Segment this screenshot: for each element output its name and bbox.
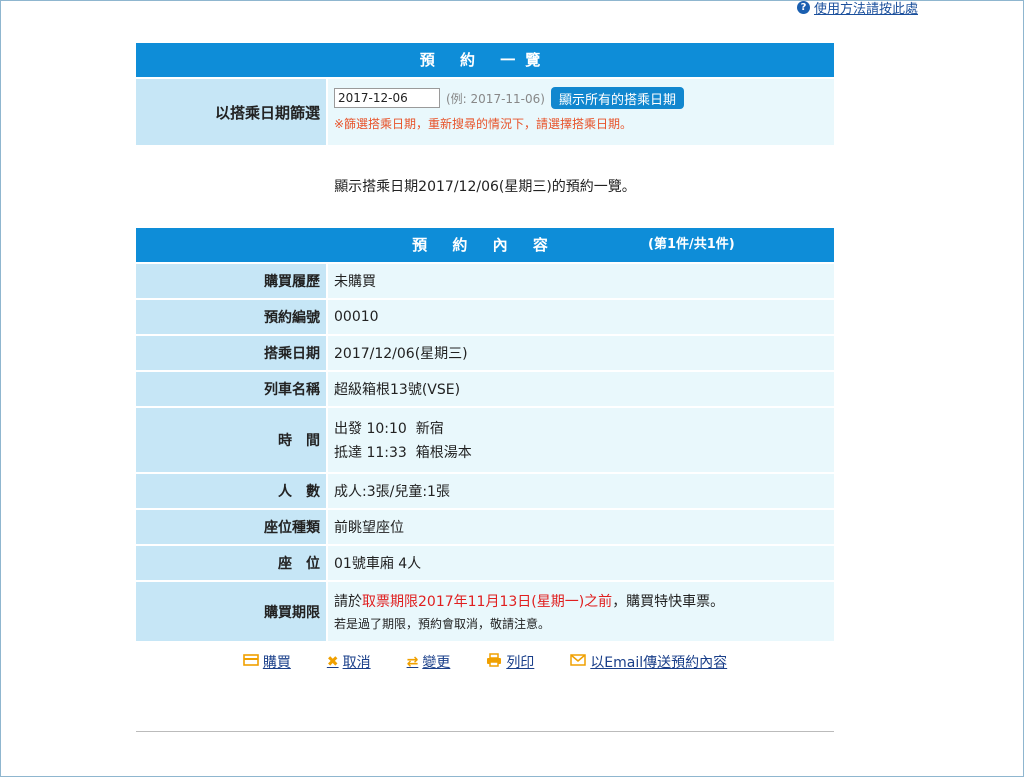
envelope-icon	[570, 654, 587, 670]
filter-body: (例: 2017-11-06) 顯示所有的搭乘日期 ※篩選搭乘日期，重新搜尋的情…	[328, 79, 834, 145]
filter-label: 以搭乘日期篩選	[136, 79, 326, 145]
bottom-divider	[136, 731, 834, 732]
change-link[interactable]: ⇄ 變更	[407, 652, 451, 672]
list-header: 預 約 一覽	[136, 43, 834, 77]
date-filter-input[interactable]	[334, 88, 440, 108]
deadline-text: 請於取票期限2017年11月13日(星期一)之前，購買特快車票。	[334, 594, 725, 610]
purchase-link[interactable]: 購買	[243, 652, 291, 672]
detail-header: 預 約 內 容 (第1件/共1件)	[136, 228, 834, 262]
passenger-count: 成人:3張/兒童:1張	[328, 474, 834, 508]
row-history: 購買履歷 未購買	[136, 264, 834, 298]
row-people: 人數 成人:3張/兒童:1張	[136, 474, 834, 508]
filter-row: 以搭乘日期篩選 (例: 2017-11-06) 顯示所有的搭乘日期 ※篩選搭乘日…	[136, 79, 834, 145]
date-example: (例: 2017-11-06)	[446, 91, 545, 106]
help-link-area[interactable]: ? 使用方法請按此處	[796, 0, 918, 17]
printer-icon	[486, 653, 502, 671]
arrival-info: 抵達 11:33 箱根湯本	[334, 445, 472, 461]
reservation-detail-panel: 預 約 內 容 (第1件/共1件) 購買履歷 未購買 預約編號 00010 搭乘…	[136, 228, 834, 641]
swap-arrows-icon: ⇄	[406, 654, 419, 670]
row-seat: 座位 01號車廂 4人	[136, 546, 834, 580]
deadline-note: 若是過了期限，預約會取消，敬請注意。	[334, 617, 551, 631]
seat-type: 前眺望座位	[328, 510, 834, 544]
row-number: 預約編號 00010	[136, 300, 834, 334]
history-value: 未購買	[328, 264, 834, 298]
filter-note: ※篩選搭乘日期，重新搜尋的情況下，請選擇搭乘日期。	[334, 117, 633, 131]
reservation-number: 00010	[328, 300, 834, 334]
deadline-highlight: 取票期限2017年11月13日(星期一)之前	[362, 594, 613, 610]
row-date: 搭乘日期 2017/12/06(星期三)	[136, 336, 834, 370]
show-all-dates-button[interactable]: 顯示所有的搭乘日期	[550, 87, 684, 109]
email-link[interactable]: 以Email傳送預約內容	[570, 652, 727, 672]
result-count: (第1件/共1件)	[648, 237, 735, 252]
summary-text: 顯示搭乘日期2017/12/06(星期三)的預約一覽。	[334, 179, 636, 195]
row-train: 列車名稱 超級箱根13號(VSE)	[136, 372, 834, 406]
reservation-list-panel: 預 約 一覽 以搭乘日期篩選 (例: 2017-11-06) 顯示所有的搭乘日期…	[136, 43, 834, 145]
departure-info: 出發 10:10 新宿	[334, 421, 444, 437]
seat-info: 01號車廂 4人	[328, 546, 834, 580]
credit-card-icon	[243, 654, 259, 670]
row-deadline: 購買期限 請於取票期限2017年11月13日(星期一)之前，購買特快車票。 若是…	[136, 582, 834, 641]
close-icon: ✖	[326, 654, 339, 670]
cancel-link[interactable]: ✖ 取消	[327, 652, 371, 672]
action-bar: 購買 ✖ 取消 ⇄ 變更 列印 以Email傳送預約內容	[136, 652, 834, 672]
train-name: 超級箱根13號(VSE)	[328, 372, 834, 406]
travel-date: 2017/12/06(星期三)	[328, 336, 834, 370]
row-seat-type: 座位種類 前眺望座位	[136, 510, 834, 544]
row-time: 時間 出發 10:10 新宿 抵達 11:33 箱根湯本	[136, 408, 834, 472]
print-link[interactable]: 列印	[486, 652, 534, 672]
help-link[interactable]: 使用方法請按此處	[814, 0, 918, 17]
question-circle-icon: ?	[796, 1, 810, 14]
